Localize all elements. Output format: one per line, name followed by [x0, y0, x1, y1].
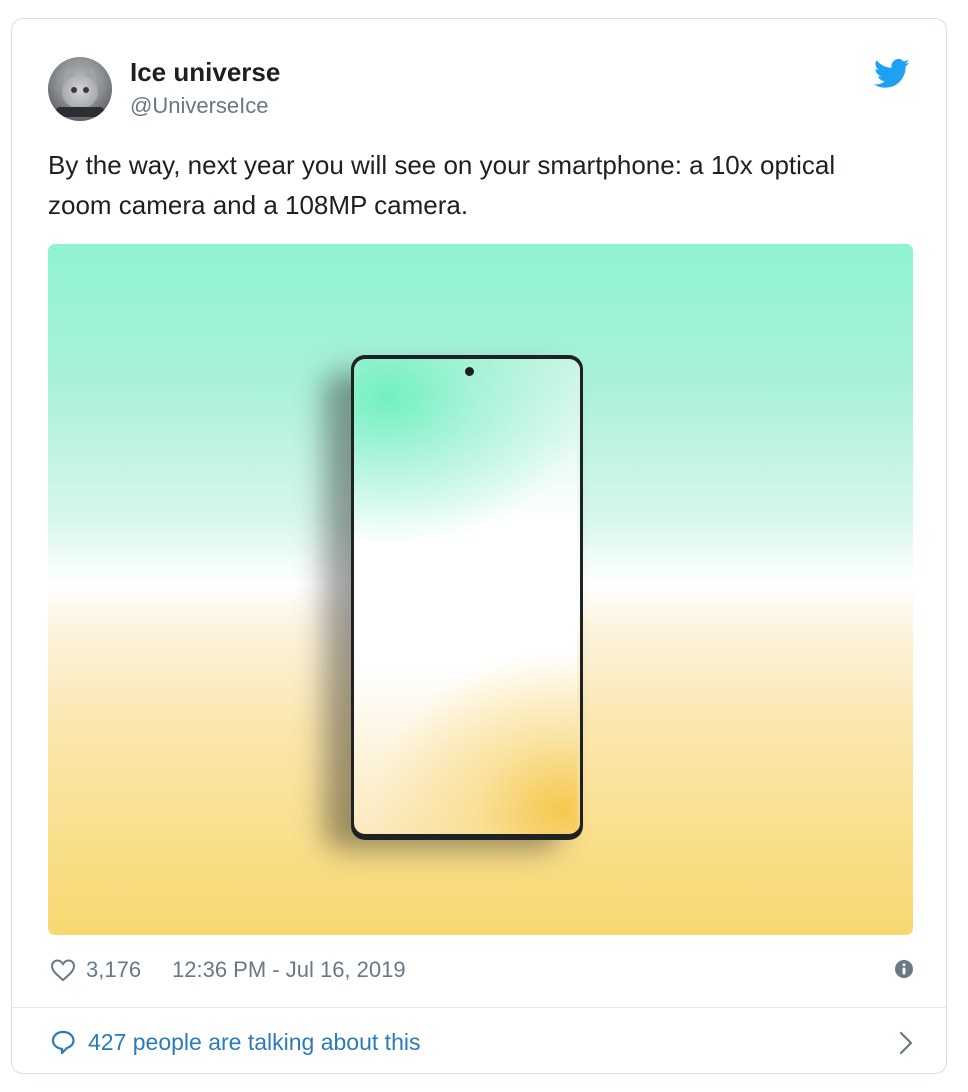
punch-hole-camera	[465, 367, 474, 376]
chevron-right-icon[interactable]	[898, 1030, 914, 1056]
author-avatar[interactable]	[48, 57, 112, 121]
author-display-name[interactable]: Ice universe	[130, 57, 280, 88]
tweet-media-image[interactable]	[48, 244, 913, 935]
conversation-link[interactable]: 427 people are talking about this	[48, 1025, 914, 1059]
phone-screen-edge	[577, 359, 580, 834]
avatar-collar	[56, 107, 104, 117]
phone-screen	[354, 359, 580, 834]
like-count[interactable]: 3,176	[86, 957, 141, 983]
tweet-timestamp[interactable]: 12:36 PM - Jul 16, 2019	[172, 957, 406, 983]
tweet-footer: 3,176 12:36 PM - Jul 16, 2019	[48, 955, 914, 985]
conversation-label[interactable]: 427 people are talking about this	[88, 1029, 420, 1056]
phone-render	[351, 355, 583, 840]
heart-icon[interactable]	[50, 958, 76, 982]
speech-bubble-icon	[51, 1030, 75, 1055]
avatar-eye-left	[71, 87, 77, 93]
footer-divider	[12, 1007, 946, 1008]
info-icon[interactable]	[894, 959, 914, 979]
tweet-text: By the way, next year you will see on yo…	[48, 150, 836, 220]
twitter-bird-icon[interactable]	[874, 59, 910, 89]
tweet-card: Ice universe @UniverseIce By the way, ne…	[11, 18, 947, 1074]
avatar-eye-right	[83, 87, 89, 93]
avatar-face	[62, 75, 98, 109]
author-handle[interactable]: @UniverseIce	[130, 93, 269, 119]
